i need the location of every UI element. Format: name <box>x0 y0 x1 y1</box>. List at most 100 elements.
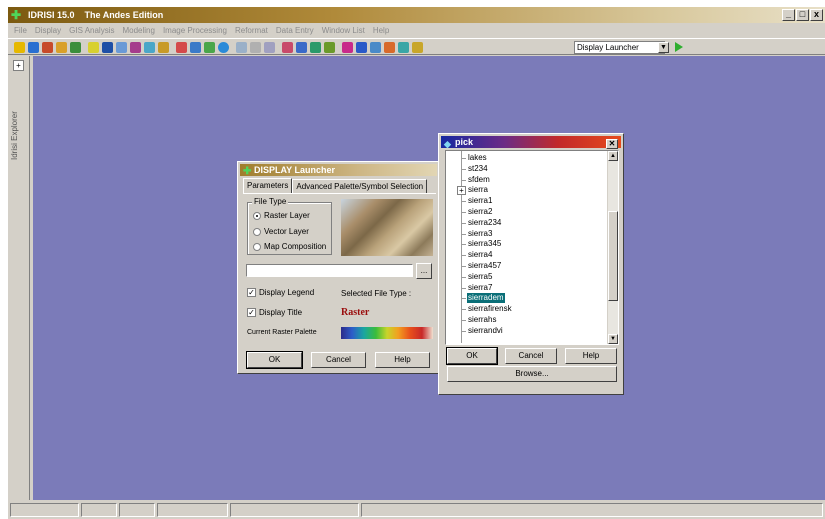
menu-reformat[interactable]: Reformat <box>235 24 268 37</box>
menu-modeling[interactable]: Modeling <box>122 24 154 37</box>
launcher-cancel-button[interactable]: Cancel <box>311 352 366 368</box>
scroll-thumb[interactable] <box>608 211 618 301</box>
status-segment <box>230 503 360 517</box>
menu-file[interactable]: File <box>14 24 27 37</box>
chevron-down-icon[interactable]: ▼ <box>658 42 669 53</box>
tree-item[interactable]: sierrandvi <box>467 326 504 336</box>
file-tree: lakes st234 sfdem + sierra sierra1 sierra2 sier… <box>445 150 619 345</box>
pick-title: pick <box>455 137 474 147</box>
menu-data-entry[interactable]: Data Entry <box>276 24 314 37</box>
measure-icon[interactable] <box>250 42 261 53</box>
close-button[interactable]: x <box>810 9 823 21</box>
tree-item[interactable]: sfdem <box>467 175 491 185</box>
tree-item[interactable]: sierra4 <box>467 250 493 260</box>
display-legend-checkbox[interactable]: ✓ Display Legend <box>247 288 314 297</box>
maximize-button[interactable]: □ <box>796 9 809 21</box>
tree-item[interactable]: sierra2 <box>467 207 493 217</box>
explorer-icon[interactable] <box>70 42 81 53</box>
launcher-help-button[interactable]: Help <box>375 352 430 368</box>
pick-help-button[interactable]: Help <box>565 348 617 364</box>
expand-plus-icon[interactable]: + <box>457 186 466 196</box>
tree-item[interactable]: lakes <box>467 153 488 163</box>
scroll-up-icon[interactable]: ▲ <box>608 151 618 161</box>
macro-modeler-icon[interactable] <box>116 42 127 53</box>
tree-scrollbar[interactable]: ▲ ▼ <box>607 151 618 344</box>
selected-file-type-label: Selected File Type : <box>341 289 412 298</box>
pick-app-icon: ◆ <box>444 139 451 149</box>
radio-map-composition[interactable]: Map Composition <box>253 242 326 251</box>
chart-icon[interactable] <box>324 42 335 53</box>
image-calculator-icon[interactable] <box>130 42 141 53</box>
composer-icon[interactable] <box>28 42 39 53</box>
delete-feature-icon[interactable] <box>190 42 201 53</box>
scroll-down-icon[interactable]: ▼ <box>608 334 618 344</box>
surface-icon[interactable] <box>310 42 321 53</box>
menu-gis-analysis[interactable]: GIS Analysis <box>69 24 114 37</box>
open-display-icon[interactable] <box>14 42 25 53</box>
classify-icon[interactable] <box>398 42 409 53</box>
media-viewer-icon[interactable] <box>56 42 67 53</box>
close-icon[interactable]: ✕ <box>606 139 618 149</box>
tree-item[interactable]: sierrahs <box>467 315 497 325</box>
spectral-icon[interactable] <box>282 42 293 53</box>
display-title-checkbox[interactable]: ✓ Display Title <box>247 308 302 317</box>
bands-icon[interactable] <box>384 42 395 53</box>
radio-raster-layer[interactable]: Raster Layer <box>253 211 310 220</box>
reclass-icon[interactable] <box>144 42 155 53</box>
paint-icon[interactable] <box>412 42 423 53</box>
pin-icon[interactable]: + <box>13 60 24 71</box>
radio-map-composition-label: Map Composition <box>264 242 327 251</box>
save-digitized-icon[interactable] <box>204 42 215 53</box>
toolbar-launcher-combo[interactable]: Display Launcher <box>574 41 665 54</box>
zoom-icon[interactable] <box>218 42 229 53</box>
tree-item[interactable]: sierra3 <box>467 229 493 239</box>
symbol-workshop-icon[interactable] <box>42 42 53 53</box>
database-workshop-icon[interactable] <box>102 42 113 53</box>
pan-icon[interactable] <box>236 42 247 53</box>
palette-color-bar[interactable] <box>341 327 433 339</box>
menu-help[interactable]: Help <box>373 24 389 37</box>
tree-item[interactable]: sierradem <box>467 293 505 304</box>
idrisi-logo-icon: ✚ <box>11 8 22 22</box>
run-play-icon[interactable] <box>675 42 683 52</box>
tree-item[interactable]: sierra <box>467 185 489 195</box>
launcher-ok-button[interactable]: OK <box>246 351 303 369</box>
pick-browse-button[interactable]: Browse... <box>447 366 617 382</box>
app-title: IDRISI 15.0 The Andes Edition <box>28 10 164 20</box>
tree-item[interactable]: sierra7 <box>467 283 493 293</box>
radio-vector-layer[interactable]: Vector Layer <box>253 227 309 236</box>
menu-window-list[interactable]: Window List <box>322 24 365 37</box>
query-icon[interactable] <box>264 42 275 53</box>
pick-ok-button[interactable]: OK <box>446 347 498 365</box>
explorer-tab-label[interactable]: Idrisi Explorer <box>10 96 28 176</box>
display-launcher-dialog: ✚ DISPLAY Launcher Parameters Advanced P… <box>237 161 440 374</box>
metadata-icon[interactable] <box>88 42 99 53</box>
stretch-icon[interactable] <box>342 42 353 53</box>
tab-parameters[interactable]: Parameters <box>243 178 293 193</box>
tree-item[interactable]: sierrafirensk <box>467 304 513 314</box>
pick-cancel-button[interactable]: Cancel <box>505 348 557 364</box>
radio-raster-label: Raster Layer <box>264 211 310 220</box>
tree-item[interactable]: sierra234 <box>467 218 502 228</box>
tree-connector <box>461 168 466 170</box>
tree-item[interactable]: sierra345 <box>467 239 502 249</box>
tree-item[interactable]: sierra1 <box>467 196 493 206</box>
tree-connector <box>461 212 466 213</box>
overlay-icon[interactable] <box>158 42 169 53</box>
composite-icon[interactable] <box>370 42 381 53</box>
menu-image-processing[interactable]: Image Processing <box>163 24 227 37</box>
tree-item[interactable]: st234 <box>467 164 489 174</box>
tree-item[interactable]: sierra457 <box>467 261 502 271</box>
tab-advanced-palette[interactable]: Advanced Palette/Symbol Selection <box>292 179 428 193</box>
digitize-icon[interactable] <box>176 42 187 53</box>
menu-display[interactable]: Display <box>35 24 61 37</box>
tree-connector <box>461 320 466 321</box>
browse-ellipsis-button[interactable]: ... <box>416 263 432 279</box>
minimize-button[interactable]: _ <box>782 9 795 21</box>
status-segment <box>81 503 118 517</box>
display-legend-label: Display Legend <box>259 288 315 297</box>
file-name-input[interactable] <box>246 264 413 277</box>
histogram-icon[interactable] <box>296 42 307 53</box>
window-icon[interactable] <box>356 42 367 53</box>
tree-item[interactable]: sierra5 <box>467 272 493 282</box>
